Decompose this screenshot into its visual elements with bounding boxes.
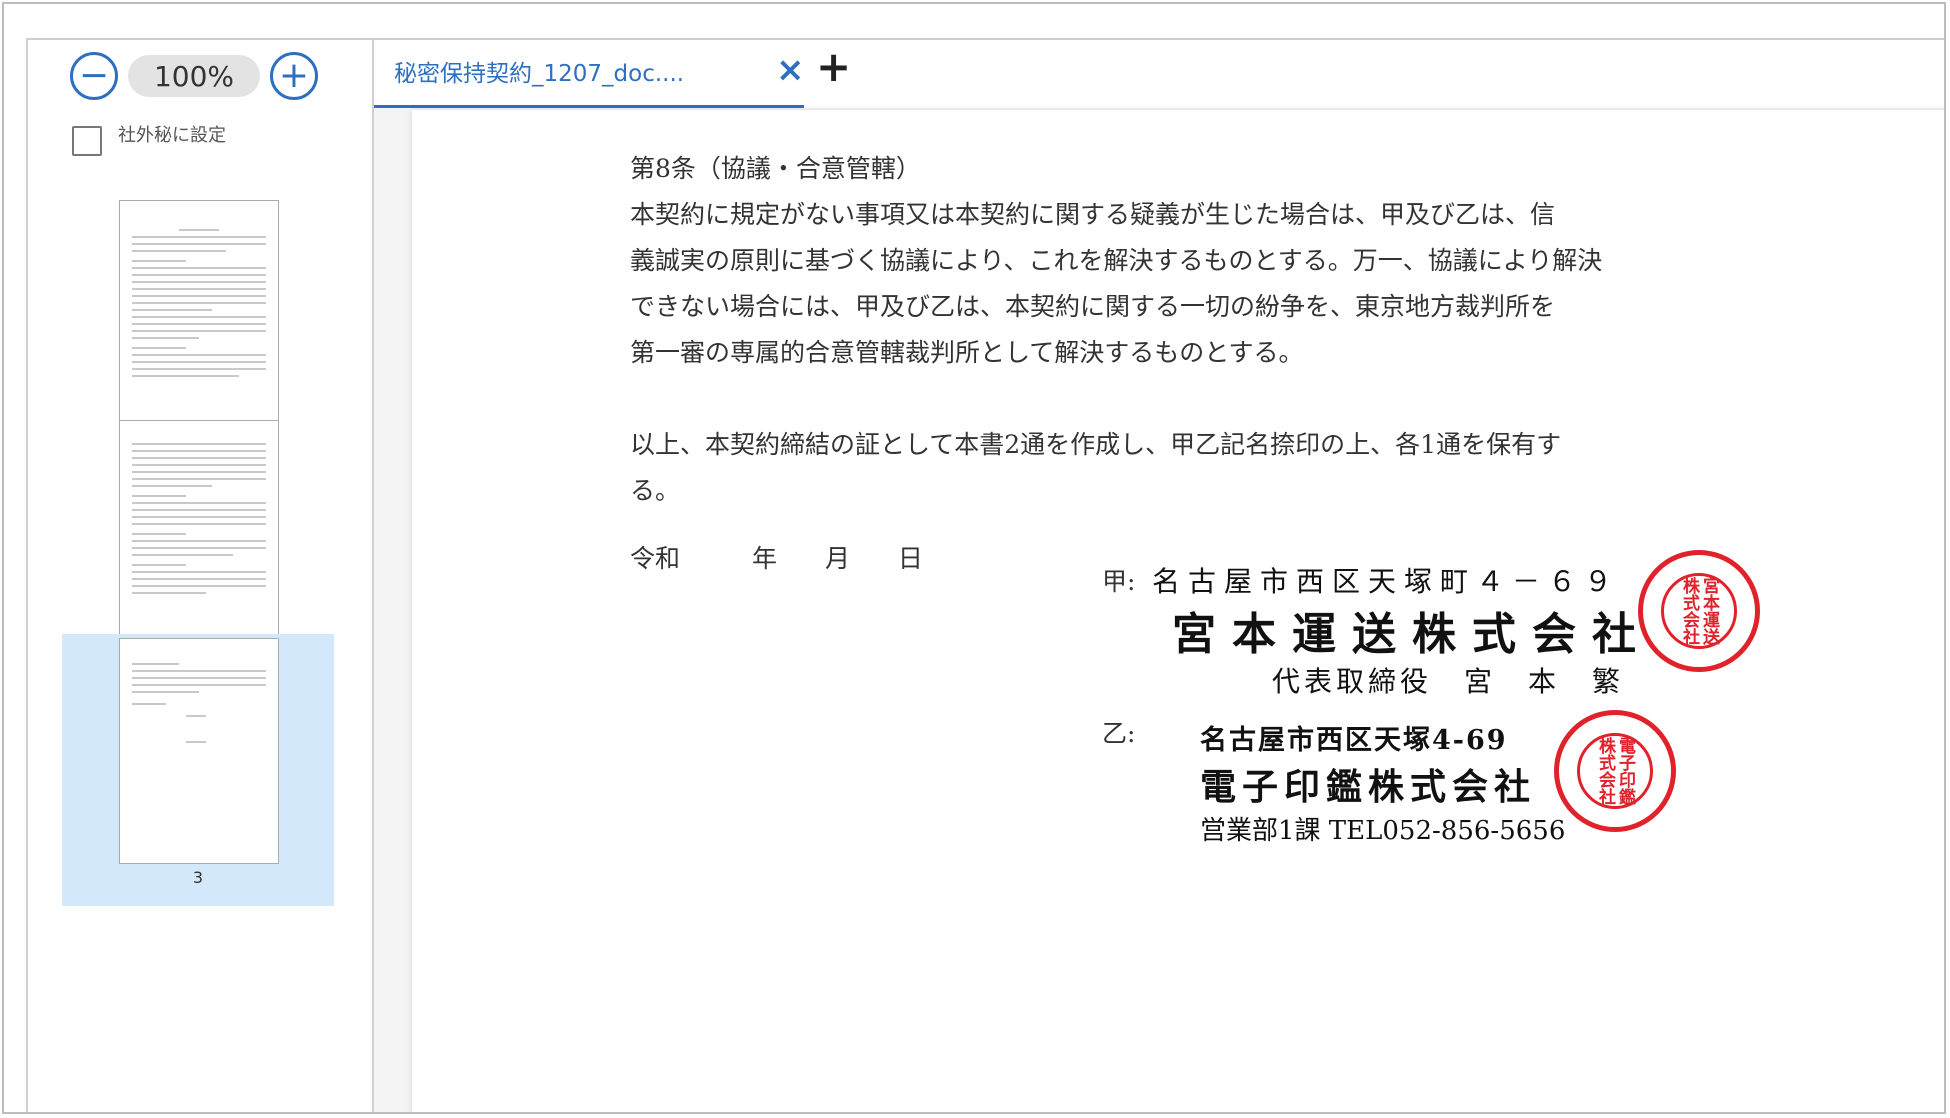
- pdf-viewer: − 100% + 社外秘に設定 3 秘密保持契約_1207_doc.... × …: [26, 38, 1944, 1112]
- document-page: 第8条（協議・合意管轄） 本契約に規定がない事項又は本契約に関する疑義が生じた場…: [412, 110, 1944, 1112]
- document-area: 秘密保持契約_1207_doc.... × + 第8条（協議・合意管轄） 本契約…: [374, 40, 1944, 1112]
- date-year: 年: [751, 544, 777, 573]
- seal-inner: 宮本運送株式会社: [1661, 573, 1737, 649]
- zoom-controls: − 100% +: [70, 52, 318, 100]
- thumbnail-image: [119, 420, 279, 646]
- closing-line: 以上、本契約締結の証として本書2通を作成し、甲乙記名捺印の上、各1通を保有す: [630, 430, 1562, 459]
- confidential-toggle[interactable]: 社外秘に設定: [72, 125, 226, 156]
- party-a-address: 名古屋市西区天塚町４－６９: [1152, 565, 1621, 598]
- tab-document[interactable]: 秘密保持契約_1207_doc.... ×: [374, 40, 805, 108]
- seal-inner: 電子印鑑株式会社: [1577, 733, 1653, 809]
- article-line: 第一審の専属的合意管轄裁判所として解決するものとする。: [630, 338, 1304, 367]
- party-b-company: 電子印鑑株式会社: [1200, 766, 1537, 808]
- party-a-company: 宮本運送株式会社: [1172, 609, 1652, 660]
- zoom-out-button[interactable]: −: [70, 52, 118, 100]
- thumbnail-page-number: 3: [192, 868, 204, 887]
- confidential-checkbox[interactable]: [72, 126, 102, 156]
- closing-line: る。: [630, 476, 681, 505]
- party-b-seal: 電子印鑑株式会社: [1554, 710, 1676, 832]
- date-era: 令和: [630, 544, 681, 573]
- tab-bar: 秘密保持契約_1207_doc.... × +: [374, 40, 1944, 108]
- thumbnail-sidebar: − 100% + 社外秘に設定 3: [28, 40, 374, 1112]
- date-month: 月: [824, 544, 850, 573]
- minus-circle-icon: −: [78, 55, 110, 96]
- zoom-level: 100%: [128, 55, 260, 97]
- article-line: 本契約に規定がない事項又は本契約に関する疑義が生じた場合は、甲及び乙は、信: [630, 200, 1556, 229]
- add-tab-icon[interactable]: +: [816, 42, 851, 91]
- party-a-label: 甲:: [1102, 567, 1136, 596]
- close-icon[interactable]: ×: [776, 50, 805, 90]
- party-b-address: 名古屋市西区天塚4-69: [1200, 725, 1508, 756]
- plus-circle-icon: +: [278, 55, 310, 96]
- confidential-label: 社外秘に設定: [118, 125, 226, 146]
- tab-title: 秘密保持契約_1207_doc....: [394, 61, 685, 87]
- page-thumbnail-3[interactable]: 3: [62, 634, 334, 906]
- date-day: 日: [897, 544, 923, 573]
- top-bar: [4, 4, 1944, 40]
- article-line: 義誠実の原則に基づく協議により、これを解決するものとする。万一、協議により解決: [630, 246, 1603, 275]
- party-b-department: 営業部1課 TEL052-856-5656: [1200, 816, 1566, 846]
- document-text: 第8条（協議・合意管轄） 本契約に規定がない事項又は本契約に関する疑義が生じた場…: [630, 146, 1730, 582]
- party-a-representative: 代表取締役 宮 本 繁: [1272, 665, 1625, 698]
- thumbnail-image: [119, 200, 279, 426]
- zoom-in-button[interactable]: +: [270, 52, 318, 100]
- article-heading: 第8条（協議・合意管轄）: [630, 154, 921, 183]
- party-a-seal: 宮本運送株式会社: [1638, 550, 1760, 672]
- window-frame: − 100% + 社外秘に設定 3 秘密保持契約_1207_doc.... × …: [2, 2, 1946, 1114]
- thumbnail-image: [119, 638, 279, 864]
- party-b-label: 乙:: [1102, 719, 1136, 748]
- article-line: できない場合には、甲及び乙は、本契約に関する一切の紛争を、東京地方裁判所を: [630, 292, 1556, 321]
